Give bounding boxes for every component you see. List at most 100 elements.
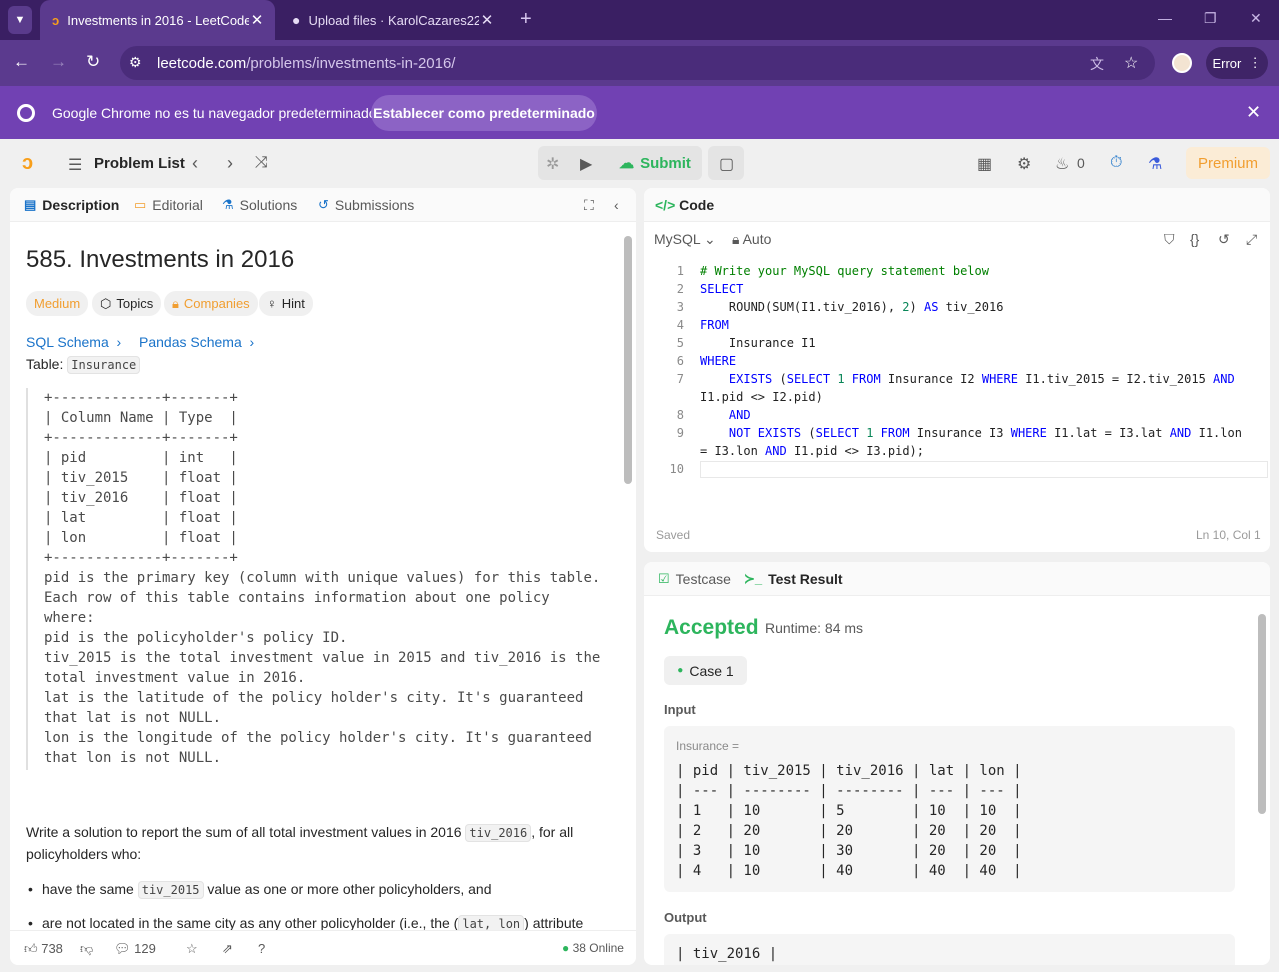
tab-description[interactable]: ▤ Description <box>24 197 119 213</box>
schema-block: +-------------+-------+ | Column Name | … <box>26 388 624 770</box>
note-icon: ▢ <box>719 156 735 173</box>
extension-icon[interactable]: ⚗ <box>1148 154 1162 174</box>
comments-button[interactable]: 💬︎ 129 <box>114 941 156 957</box>
infobar-close-icon[interactable]: ✕ <box>1246 102 1261 123</box>
collapse-panel-icon[interactable]: ‹ <box>614 197 619 213</box>
expand-icon[interactable]: ⤢ <box>1246 231 1257 248</box>
streak-count: 0 <box>1077 155 1085 171</box>
github-favicon-icon: ● <box>292 12 301 28</box>
maximize-icon[interactable]: ❐ <box>1204 10 1217 27</box>
language-select[interactable]: MySQL ⌄ <box>654 231 716 248</box>
tab-test-result[interactable]: ≻_ Test Result <box>744 571 843 587</box>
forward-icon[interactable]: → <box>50 52 67 72</box>
tab-editorial[interactable]: ▭ Editorial <box>134 197 203 213</box>
auto-mode-label[interactable]: 🔒︎ Auto <box>732 231 771 248</box>
close-tab-icon[interactable]: ✕ <box>249 11 265 29</box>
settings-gear-icon[interactable]: ⚙ <box>1017 154 1031 174</box>
lightbulb-icon: ♀ <box>267 296 277 311</box>
site-info-icon[interactable]: ⚙ <box>129 54 142 71</box>
bookmark-icon[interactable]: ⛉ <box>1164 231 1175 248</box>
runtime-label: Runtime: 84 ms <box>765 620 864 636</box>
test-result-panel: ☑ Testcase ≻_ Test Result Accepted Runtime… <box>644 562 1270 965</box>
submit-button[interactable]: ☁ Submit <box>608 146 702 180</box>
sql-schema-link[interactable]: SQL Schema › <box>26 334 121 350</box>
code-icon: </> <box>655 197 676 213</box>
description-scrollbar[interactable] <box>624 236 632 484</box>
schema-text: +-------------+-------+ | Column Name | … <box>44 390 601 766</box>
streak-fire-icon[interactable]: ♨ <box>1055 154 1069 174</box>
browser-tab[interactable]: ● Upload files · KarolCazares223/L ✕ <box>280 0 505 40</box>
problem-list-link[interactable]: Problem List <box>94 155 185 172</box>
tab-testcase[interactable]: ☑ Testcase <box>658 571 731 587</box>
list-icon: ☰ <box>68 157 83 174</box>
difficulty-badge[interactable]: Medium <box>26 291 89 316</box>
problem-description: Write a solution to report the sum of al… <box>26 824 574 862</box>
code-line-wrap: I1.pid <> I2.pid) <box>700 390 823 404</box>
next-problem-icon[interactable]: › <box>227 153 233 174</box>
test-panel-scrollbar[interactable] <box>1258 614 1266 814</box>
description-panel: ▤ Description ▭ Editorial ⚗ Solutions ↺ Subm… <box>10 188 636 965</box>
code-panel-header: </> Code <box>644 188 1270 222</box>
timer-icon[interactable]: ⏱ <box>1110 154 1122 172</box>
reload-icon[interactable]: ↻ <box>86 52 100 72</box>
problem-title: 585. Investments in 2016 <box>26 246 295 273</box>
cloud-upload-icon: ☁ <box>619 155 635 172</box>
more-menu-icon[interactable]: ⋮ <box>1249 55 1262 71</box>
code-line: AND <box>700 408 751 422</box>
bullet-condition-1: have the same tiv_2015 value as one or m… <box>28 881 491 899</box>
prev-problem-icon[interactable]: ‹ <box>192 153 198 174</box>
notes-button[interactable]: ▢ <box>708 146 744 180</box>
pandas-schema-link[interactable]: Pandas Schema › <box>139 334 254 350</box>
line-number: 10 <box>669 462 684 476</box>
online-count: ● 38 Online <box>562 941 624 955</box>
premium-button[interactable]: Premium <box>1186 147 1270 179</box>
tab-solutions[interactable]: ⚗ Solutions <box>222 197 297 213</box>
error-button[interactable]: Error ⋮ <box>1206 47 1268 79</box>
leetcode-logo-icon[interactable]: ↄ <box>22 152 33 175</box>
close-tab-icon[interactable]: ✕ <box>479 11 495 29</box>
browser-tab-active[interactable]: ↄ Investments in 2016 - LeetCode ✕ <box>40 0 275 40</box>
shuffle-icon[interactable]: ⤨ <box>255 154 268 172</box>
tab-search-button[interactable]: ▼ <box>8 6 32 34</box>
cursor-position: Ln 10, Col 1 <box>1196 528 1261 542</box>
dislike-button[interactable]: 👎︎ <box>80 941 93 957</box>
bullet-condition-2: are not located in the same city as any … <box>28 915 583 933</box>
favorite-star-icon[interactable]: ☆ <box>186 941 198 957</box>
test-panel-header: ☑ Testcase ≻_ Test Result <box>644 562 1270 596</box>
url-text[interactable]: leetcode.com/problems/investments-in-201… <box>157 55 455 72</box>
output-table: | tiv_2016 | <box>676 946 778 962</box>
help-icon[interactable]: ? <box>258 941 265 956</box>
line-number: 6 <box>676 354 684 368</box>
code-line: WHERE <box>700 354 737 368</box>
topics-chip[interactable]: ⬡ Topics <box>92 291 162 316</box>
code-line: ROUND(SUM(I1.tiv_2016), 2) AS tiv_2016 <box>700 300 1004 314</box>
description-footer: 👍︎ 738 👎︎ 💬︎ 129 ☆ ⇗ ? ● 38 Online <box>10 930 636 965</box>
close-window-icon[interactable]: ✕ <box>1250 10 1262 27</box>
thumbs-up-icon: 👍︎ <box>24 941 38 956</box>
run-icon[interactable]: ▶ <box>580 154 592 174</box>
bookmark-star-icon[interactable]: ☆ <box>1124 53 1138 73</box>
table-name: Insurance <box>67 356 141 374</box>
tab-submissions[interactable]: ↺ Submissions <box>318 197 414 213</box>
translate-icon[interactable]: 文 <box>1090 54 1104 74</box>
layout-icon[interactable]: ▦ <box>977 154 992 174</box>
back-icon[interactable]: ← <box>13 52 30 72</box>
code-tab[interactable]: </> Code <box>655 197 714 213</box>
share-icon[interactable]: ⇗ <box>222 941 233 957</box>
chevron-right-icon: › <box>116 334 122 350</box>
reset-code-icon[interactable]: ↺ <box>1218 231 1230 248</box>
like-button[interactable]: 👍︎ 738 <box>24 941 63 957</box>
case-1-button[interactable]: ● Case 1 <box>664 656 747 685</box>
new-tab-icon[interactable]: + <box>520 8 532 31</box>
fullscreen-icon[interactable]: ⛶ <box>584 197 594 214</box>
hint-chip[interactable]: ♀ Hint <box>259 291 313 316</box>
debug-icon[interactable]: ✲ <box>546 154 559 174</box>
table-label: Table: Insurance <box>26 356 141 374</box>
format-braces-icon[interactable]: {} <box>1190 231 1199 247</box>
companies-chip[interactable]: 🔒︎ Companies <box>164 291 258 316</box>
lock-icon: 🔒︎ <box>172 295 179 311</box>
profile-avatar[interactable] <box>1172 53 1192 73</box>
minimize-icon[interactable]: — <box>1158 10 1172 26</box>
set-default-button[interactable]: Establecer como predeterminado <box>371 95 597 131</box>
line-number: 4 <box>676 318 684 332</box>
